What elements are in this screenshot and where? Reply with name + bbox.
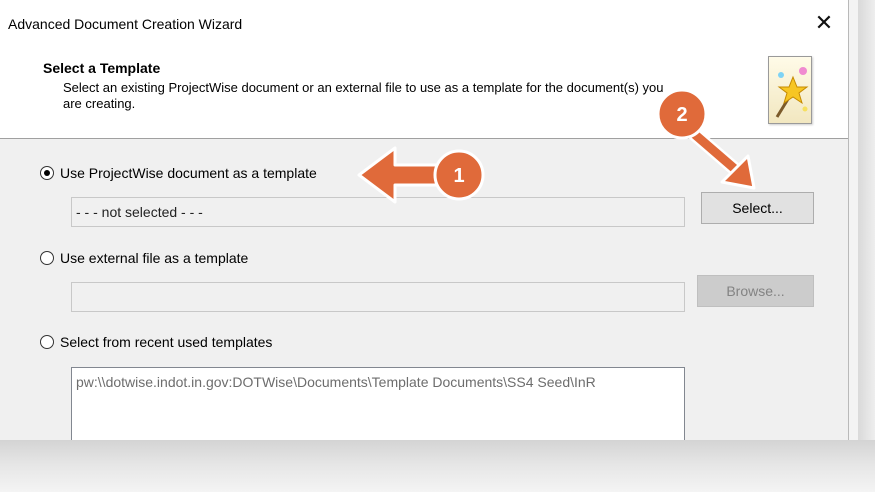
callout-1-number: 1	[453, 165, 464, 187]
radio-use-pw-document[interactable]: Use ProjectWise document as a template	[40, 165, 317, 181]
close-icon[interactable]: ✕	[808, 9, 840, 37]
radio-button[interactable]	[40, 251, 54, 265]
radio-label: Use external file as a template	[60, 250, 249, 266]
callout-1-arrow: 1	[357, 146, 485, 204]
title-bar: Advanced Document Creation Wizard ✕	[0, 0, 848, 48]
page-title: Select a Template	[43, 60, 161, 76]
window-title: Advanced Document Creation Wizard	[8, 16, 243, 32]
list-item[interactable]: pw:\\dotwise.indot.in.gov:DOTWise\Docume…	[76, 374, 680, 390]
window-shadow-right	[858, 0, 875, 470]
radio-recent-templates[interactable]: Select from recent used templates	[40, 334, 272, 350]
wizard-wand-icon	[768, 56, 812, 124]
window-shadow-bottom	[0, 440, 875, 492]
radio-use-external-file[interactable]: Use external file as a template	[40, 250, 248, 266]
browse-button[interactable]: Browse...	[697, 275, 814, 307]
external-file-field	[71, 282, 685, 312]
radio-label: Select from recent used templates	[60, 334, 273, 350]
callout-2-arrow: 2	[656, 88, 756, 190]
select-button[interactable]: Select...	[701, 192, 814, 224]
radio-label: Use ProjectWise document as a template	[60, 165, 317, 181]
radio-button-checked[interactable]	[40, 166, 54, 180]
recent-templates-list[interactable]: pw:\\dotwise.indot.in.gov:DOTWise\Docume…	[71, 367, 685, 440]
callout-2-number: 2	[676, 104, 687, 126]
wizard-dialog: Advanced Document Creation Wizard ✕ Sele…	[0, 0, 849, 440]
radio-button[interactable]	[40, 335, 54, 349]
page-description: Select an existing ProjectWise document …	[63, 80, 664, 111]
